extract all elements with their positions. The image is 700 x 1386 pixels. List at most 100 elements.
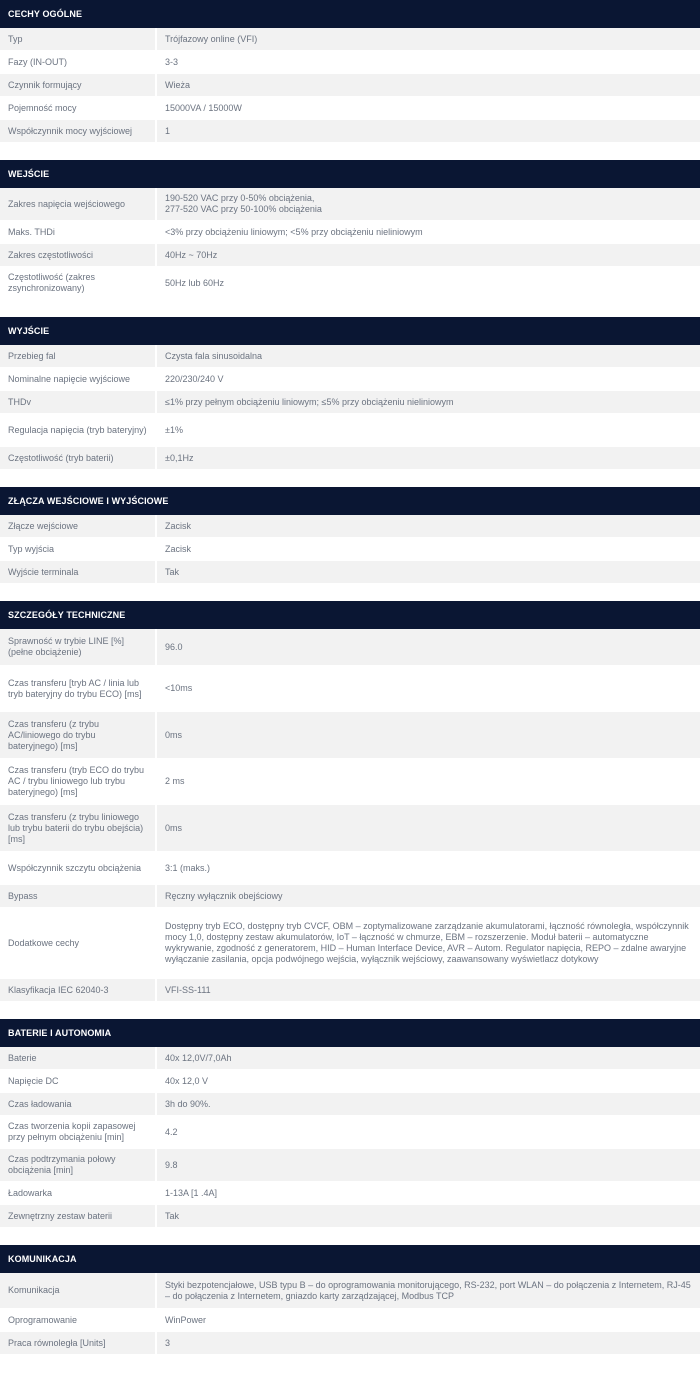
spec-row: Częstotliwość (tryb baterii) ±0,1Hz bbox=[0, 447, 700, 470]
spec-value: 3:1 (maks.) bbox=[157, 852, 700, 884]
spec-value: 190-520 VAC przy 0-50% obciążenia, 277-5… bbox=[157, 188, 700, 220]
spec-label: Typ bbox=[0, 28, 157, 50]
spec-label: Maks. THDi bbox=[0, 221, 157, 243]
section-header: ZŁĄCZA WEJŚCIOWE I WYJŚCIOWE bbox=[0, 487, 700, 515]
spec-label: Napięcie DC bbox=[0, 1070, 157, 1092]
spec-label: Czas transferu [tryb AC / linia lub tryb… bbox=[0, 666, 157, 711]
spec-value: Styki bezpotencjałowe, USB typu B – do o… bbox=[157, 1273, 700, 1308]
spec-row: Komunikacja Styki bezpotencjałowe, USB ty… bbox=[0, 1273, 700, 1309]
spec-label: Praca równoległa [Units] bbox=[0, 1332, 157, 1354]
section-komunikacja: KOMUNIKACJA Komunikacja Styki bezpotencjał… bbox=[0, 1245, 700, 1372]
section-spacer bbox=[0, 1228, 700, 1245]
spec-row: Nominalne napięcie wyjściowe 220/230/240 … bbox=[0, 368, 700, 391]
spec-value: Ręczny wyłącznik obejściowy bbox=[157, 885, 700, 907]
spec-row: Oprogramowanie WinPower bbox=[0, 1309, 700, 1332]
spec-label: Oprogramowanie bbox=[0, 1309, 157, 1331]
spec-value: ±0,1Hz bbox=[157, 447, 700, 469]
spec-value: 0ms bbox=[157, 712, 700, 758]
spec-label: Baterie bbox=[0, 1047, 157, 1069]
spec-value: Czysta fala sinusoidalna bbox=[157, 345, 700, 367]
spec-row: Czas tworzenia kopii zapasowej przy pełn… bbox=[0, 1116, 700, 1149]
section-header: WEJŚCIE bbox=[0, 160, 700, 188]
spec-value: 15000VA / 15000W bbox=[157, 97, 700, 119]
spec-label: Fazy (IN-OUT) bbox=[0, 51, 157, 73]
section-wyjscie: WYJŚCIE Przebieg fal Czysta fala sinusoida… bbox=[0, 317, 700, 487]
spec-label: THDv bbox=[0, 391, 157, 413]
spec-row: Zewnętrzny zestaw baterii Tak bbox=[0, 1205, 700, 1228]
spec-row: Czynnik formujący Wieża bbox=[0, 74, 700, 97]
spec-row: Częstotliwość (zakres zsynchronizowany) 5… bbox=[0, 267, 700, 300]
spec-value: 40x 12,0V/7,0Ah bbox=[157, 1047, 700, 1069]
spec-row: Współczynnik szczytu obciążenia 3:1 (maks… bbox=[0, 852, 700, 885]
spec-label: Zewnętrzny zestaw baterii bbox=[0, 1205, 157, 1227]
spec-label: Zakres częstotliwości bbox=[0, 244, 157, 266]
spec-value: 96.0 bbox=[157, 629, 700, 665]
spec-value: Zacisk bbox=[157, 538, 700, 560]
spec-row: Czas podtrzymania połowy obciążenia [min… bbox=[0, 1149, 700, 1182]
section-spacer bbox=[0, 1002, 700, 1019]
spec-row: Fazy (IN-OUT) 3-3 bbox=[0, 51, 700, 74]
spec-label: Dodatkowe cechy bbox=[0, 908, 157, 978]
spec-label: Złącze wejściowe bbox=[0, 515, 157, 537]
section-spacer bbox=[0, 584, 700, 601]
spec-value: 9.8 bbox=[157, 1149, 700, 1181]
section-wejscie: WEJŚCIE Zakres napięcia wejściowego 190-52… bbox=[0, 160, 700, 317]
spec-row: Dodatkowe cechy Dostępny tryb ECO, dostęp… bbox=[0, 908, 700, 979]
section-header: SZCZEGÓŁY TECHNICZNE bbox=[0, 601, 700, 629]
section-header: KOMUNIKACJA bbox=[0, 1245, 700, 1273]
spec-row: Pojemność mocy 15000VA / 15000W bbox=[0, 97, 700, 120]
spec-row: Regulacja napięcia (tryb bateryjny) ±1% bbox=[0, 414, 700, 447]
spec-row: Napięcie DC 40x 12,0 V bbox=[0, 1070, 700, 1093]
spec-row: Czas transferu (z trybu AC/liniowego do … bbox=[0, 712, 700, 759]
spec-label: Pojemność mocy bbox=[0, 97, 157, 119]
section-cechy-ogolne: CECHY OGÓLNE Typ Trójfazowy online (VFI) Fa… bbox=[0, 0, 700, 160]
spec-value: <10ms bbox=[157, 666, 700, 711]
spec-row: Sprawność w trybie LINE [%] (pełne obcią… bbox=[0, 629, 700, 666]
spec-value: 40Hz ~ 70Hz bbox=[157, 244, 700, 266]
spec-row: Typ Trójfazowy online (VFI) bbox=[0, 28, 700, 51]
spec-row: Współczynnik mocy wyjściowej 1 bbox=[0, 120, 700, 143]
spec-label: Czas transferu (z trybu AC/liniowego do … bbox=[0, 712, 157, 758]
spec-value: 0ms bbox=[157, 805, 700, 851]
spec-value: 1-13A [1 .4A] bbox=[157, 1182, 700, 1204]
spec-label: Czas tworzenia kopii zapasowej przy pełn… bbox=[0, 1116, 157, 1148]
section-spacer bbox=[0, 1355, 700, 1372]
spec-row: Maks. THDi <3% przy obciążeniu liniowym; … bbox=[0, 221, 700, 244]
spec-value: WinPower bbox=[157, 1309, 700, 1331]
spec-label: Klasyfikacja IEC 62040-3 bbox=[0, 979, 157, 1001]
spec-row: Czas transferu [tryb AC / linia lub tryb… bbox=[0, 666, 700, 712]
spec-value: 40x 12,0 V bbox=[157, 1070, 700, 1092]
spec-label: Zakres napięcia wejściowego bbox=[0, 188, 157, 220]
spec-label: Typ wyjścia bbox=[0, 538, 157, 560]
spec-label: Częstotliwość (zakres zsynchronizowany) bbox=[0, 267, 157, 299]
section-header: WYJŚCIE bbox=[0, 317, 700, 345]
spec-label: Sprawność w trybie LINE [%] (pełne obcią… bbox=[0, 629, 157, 665]
spec-sheet: CECHY OGÓLNE Typ Trójfazowy online (VFI) Fa… bbox=[0, 0, 700, 1372]
spec-value: VFI-SS-111 bbox=[157, 979, 700, 1001]
spec-row: Typ wyjścia Zacisk bbox=[0, 538, 700, 561]
spec-label: Czynnik formujący bbox=[0, 74, 157, 96]
spec-label: Bypass bbox=[0, 885, 157, 907]
spec-value: Zacisk bbox=[157, 515, 700, 537]
spec-value: Tak bbox=[157, 561, 700, 583]
spec-row: Czas transferu (tryb ECO do trybu AC / t… bbox=[0, 759, 700, 805]
spec-row: Przebieg fal Czysta fala sinusoidalna bbox=[0, 345, 700, 368]
spec-value: 3h do 90%. bbox=[157, 1093, 700, 1115]
spec-value: 50Hz lub 60Hz bbox=[157, 267, 700, 299]
spec-value: Tak bbox=[157, 1205, 700, 1227]
spec-value: 220/230/240 V bbox=[157, 368, 700, 390]
spec-row: Wyjście terminala Tak bbox=[0, 561, 700, 584]
section-zlacza-wejsciowe-i-wyjsciowe: ZŁĄCZA WEJŚCIOWE I WYJŚCIOWE Złącze wejśc… bbox=[0, 487, 700, 601]
spec-value: 3-3 bbox=[157, 51, 700, 73]
spec-value: ≤1% przy pełnym obciążeniu liniowym; ≤5%… bbox=[157, 391, 700, 413]
spec-value: Dostępny tryb ECO, dostępny tryb CVCF, O… bbox=[157, 908, 700, 978]
spec-row: Zakres napięcia wejściowego 190-520 VAC p… bbox=[0, 188, 700, 221]
section-header: BATERIE I AUTONOMIA bbox=[0, 1019, 700, 1047]
section-spacer bbox=[0, 300, 700, 317]
spec-row: Klasyfikacja IEC 62040-3 VFI-SS-111 bbox=[0, 979, 700, 1002]
spec-value: 2 ms bbox=[157, 759, 700, 804]
spec-row: Zakres częstotliwości 40Hz ~ 70Hz bbox=[0, 244, 700, 267]
section-spacer bbox=[0, 470, 700, 487]
spec-label: Współczynnik mocy wyjściowej bbox=[0, 120, 157, 142]
spec-label: Regulacja napięcia (tryb bateryjny) bbox=[0, 414, 157, 446]
